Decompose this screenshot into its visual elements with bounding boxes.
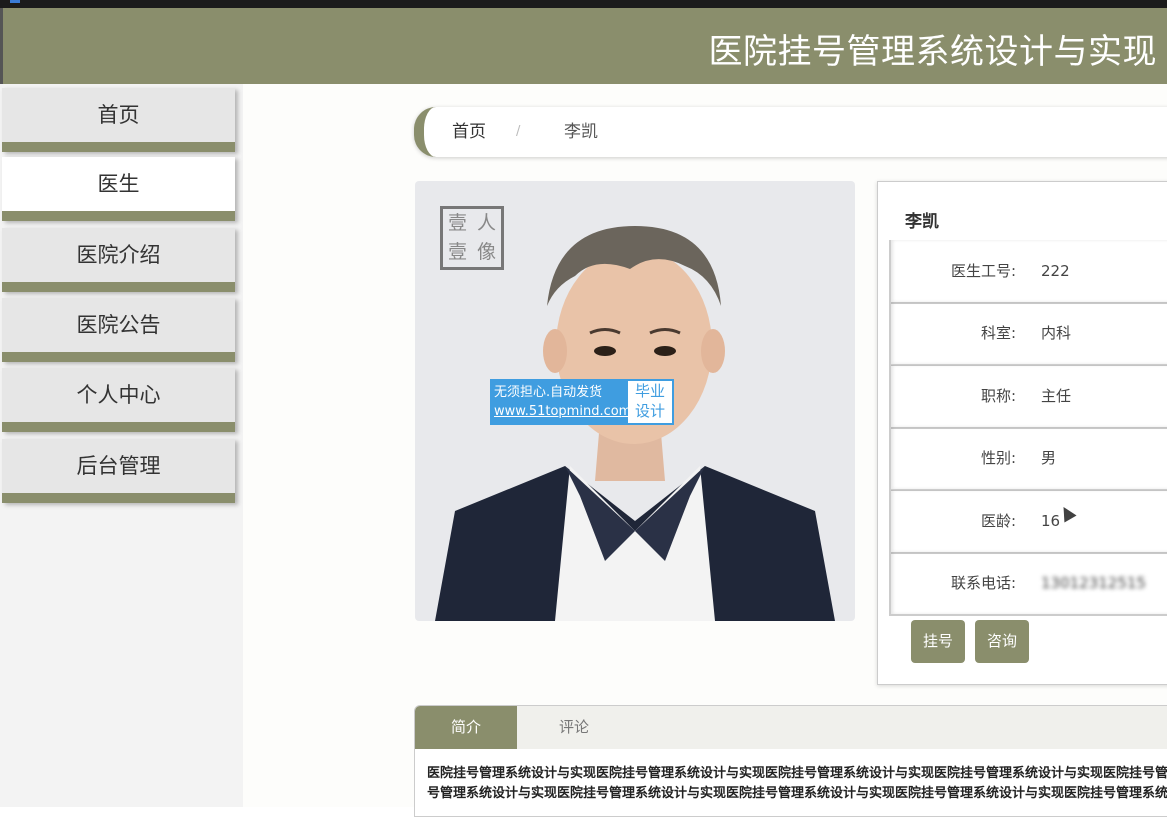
site-title: 医院挂号管理系统设计与实现: [708, 32, 1157, 72]
info-value: 内科: [1041, 324, 1072, 342]
info-row-department: 科室: 内科: [889, 302, 1167, 366]
info-value: 16: [1041, 512, 1061, 530]
info-value: 222: [1041, 262, 1070, 280]
breadcrumb-current: 李凯: [564, 122, 598, 142]
breadcrumb-home-link[interactable]: 首页: [452, 107, 486, 157]
tab-comments[interactable]: 评论: [523, 706, 625, 749]
tab-intro[interactable]: 简介: [415, 706, 517, 749]
info-value: 男: [1041, 449, 1057, 467]
doctor-name: 李凯: [905, 212, 939, 232]
app-icon: [10, 0, 20, 3]
breadcrumb-separator: /: [516, 124, 521, 139]
info-label: 联系电话:: [950, 574, 1016, 592]
consult-button[interactable]: 咨询: [975, 620, 1030, 663]
watermark-badge: 无须担心.自动发货 www.51topmind.com 毕业 设计: [490, 379, 674, 425]
info-label: 医生工号:: [950, 262, 1016, 280]
tab-bar: 简介 评论: [415, 706, 1167, 749]
info-row-phone: 联系电话: 13012312515: [889, 552, 1167, 616]
window-top-bar: [0, 0, 1167, 8]
site-header: 医院挂号管理系统设计与实现: [0, 8, 1167, 84]
doctor-info-panel: 李凯 医生工号: 222 科室: 内科 职称: 主任 性别: 男 医龄: 16 …: [877, 181, 1167, 685]
info-row-gender: 性别: 男: [889, 427, 1167, 491]
sidebar-item-hospital-intro[interactable]: 医院介绍: [2, 228, 235, 292]
register-button[interactable]: 挂号: [911, 620, 966, 663]
sidebar-item-personal-center[interactable]: 个人中心: [2, 368, 235, 432]
intro-content: 医院挂号管理系统设计与实现医院挂号管理系统设计与实现医院挂号管理系统设计与实现医…: [427, 766, 1167, 801]
info-row-title: 职称: 主任: [889, 365, 1167, 429]
breadcrumb: 首页 / 李凯: [414, 107, 1167, 157]
info-label: 医龄:: [980, 512, 1016, 530]
sidebar-item-home[interactable]: 首页: [2, 88, 235, 152]
info-label: 性别:: [980, 449, 1016, 467]
info-label: 职称:: [980, 387, 1016, 405]
sidebar-item-doctor[interactable]: 医生: [2, 157, 235, 221]
info-value: 13012312515: [1041, 574, 1146, 592]
info-value: 主任: [1041, 387, 1072, 405]
info-row-id: 医生工号: 222: [889, 240, 1167, 304]
info-label: 科室:: [980, 324, 1016, 342]
sidebar-item-hospital-notice[interactable]: 医院公告: [2, 298, 235, 362]
sidebar-item-admin[interactable]: 后台管理: [2, 439, 235, 503]
detail-tabs: 简介 评论 医院挂号管理系统设计与实现医院挂号管理系统设计与实现医院挂号管理系统…: [414, 705, 1167, 817]
info-row-experience: 医龄: 16: [889, 490, 1167, 554]
doctor-photo: 壹人 壹像 无须担心.自动发货 www.51topmind.com 毕业 设计: [415, 181, 855, 621]
